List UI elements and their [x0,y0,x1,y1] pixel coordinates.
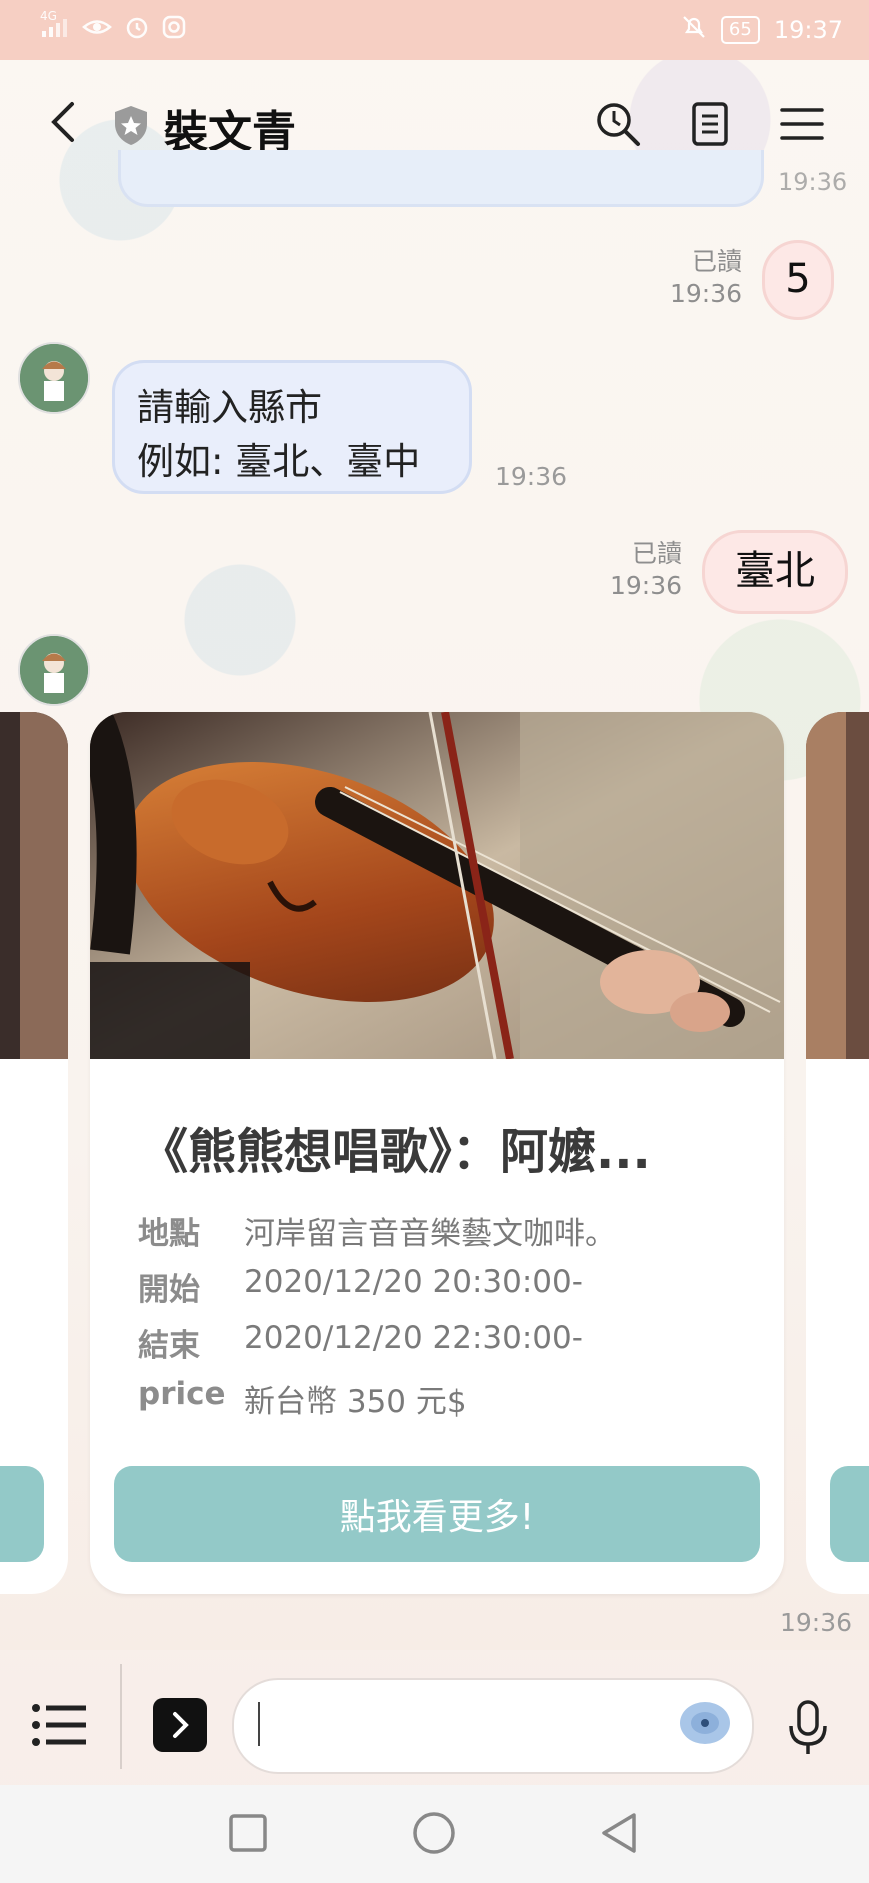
card-button-previous[interactable] [0,1466,44,1562]
see-more-button[interactable]: 點我看更多! [114,1466,760,1562]
chevron-right-icon [173,1712,189,1738]
network-label: 4G [40,9,57,23]
bot-message-bubble[interactable]: 請輸入縣市 例如: 臺北、臺中 [112,360,472,494]
rich-menu-icon[interactable] [30,1700,90,1750]
shield-icon [112,104,150,146]
bot-avatar-2[interactable] [18,634,90,706]
row-label: 結束 [138,1328,200,1364]
back-nav-button[interactable] [598,1811,640,1855]
recents-button[interactable] [228,1813,268,1853]
signal-icon: 4G [40,9,70,43]
violin-image [90,712,784,1059]
carousel-card-next[interactable] [806,712,869,1594]
text-caret [258,1702,260,1746]
event-title: 《熊熊想唱歌》：阿嬤... [140,1124,651,1180]
mute-icon [681,14,707,46]
card-row-price: price 新台幣 350 元$ [138,1376,467,1421]
back-button[interactable] [44,100,84,144]
read-label: 已讀 [691,247,742,276]
system-nav-bar [0,1785,869,1883]
row-label: price [138,1376,226,1412]
carousel-card-previous[interactable] [0,712,68,1594]
card-button-next[interactable] [830,1466,869,1562]
history-search-icon[interactable] [594,100,642,148]
notes-icon[interactable] [686,100,734,148]
status-right: 65 19:37 [681,14,843,46]
row-label: 地點 [138,1216,200,1252]
row-value: 2020/12/20 20:30:00- [244,1264,583,1300]
status-bar: 4G 65 19:37 [0,0,869,60]
instagram-icon [162,15,186,45]
expand-button[interactable] [153,1698,207,1752]
message-input[interactable] [232,1678,754,1774]
card-row-end: 結束 2020/12/20 22:30:00- [138,1320,583,1365]
sticker-icon[interactable] [678,1700,732,1746]
card-row-start: 開始 2020/12/20 20:30:00- [138,1264,583,1309]
card-image-next [806,712,869,1059]
event-card[interactable]: 《熊熊想唱歌》：阿嬤... 地點 河岸留言音音樂藝文咖啡。 開始 2020/12… [90,712,784,1594]
microphone-icon[interactable] [786,1700,830,1756]
eye-icon [82,16,112,44]
card-image-previous [0,712,68,1059]
message-time: 19:36 [669,279,742,308]
carousel-time: 19:36 [780,1608,853,1637]
status-left: 4G [40,9,186,46]
message-time: 19:36 [609,571,682,600]
row-value: 2020/12/20 22:30:00- [244,1320,583,1356]
row-label: 開始 [138,1272,200,1308]
menu-icon[interactable] [778,100,826,148]
previous-message-bubble [118,150,764,207]
bot-message-line1: 請輸入縣市 [137,386,322,429]
read-receipt-2: 已讀 19:36 [600,538,682,602]
row-value: 新台幣 350 元$ [244,1384,467,1420]
user-message-bubble-2[interactable]: 臺北 [702,530,848,614]
card-row-location: 地點 河岸留言音音樂藝文咖啡。 [138,1208,616,1253]
previous-message-time: 19:36 [778,168,848,196]
bot-avatar[interactable] [18,342,90,414]
divider [120,1664,122,1769]
bot-message-time: 19:36 [495,462,568,491]
clock: 19:37 [773,16,843,44]
home-button[interactable] [412,1811,456,1855]
bot-message-line2: 例如: 臺北、臺中 [137,440,421,483]
user-message-bubble[interactable]: 5 [762,240,834,320]
alarm-icon [124,14,150,46]
read-label: 已讀 [631,539,682,568]
row-value: 河岸留言音音樂藝文咖啡。 [244,1216,616,1252]
battery-indicator: 65 [720,16,760,44]
read-receipt: 已讀 19:36 [660,246,742,310]
